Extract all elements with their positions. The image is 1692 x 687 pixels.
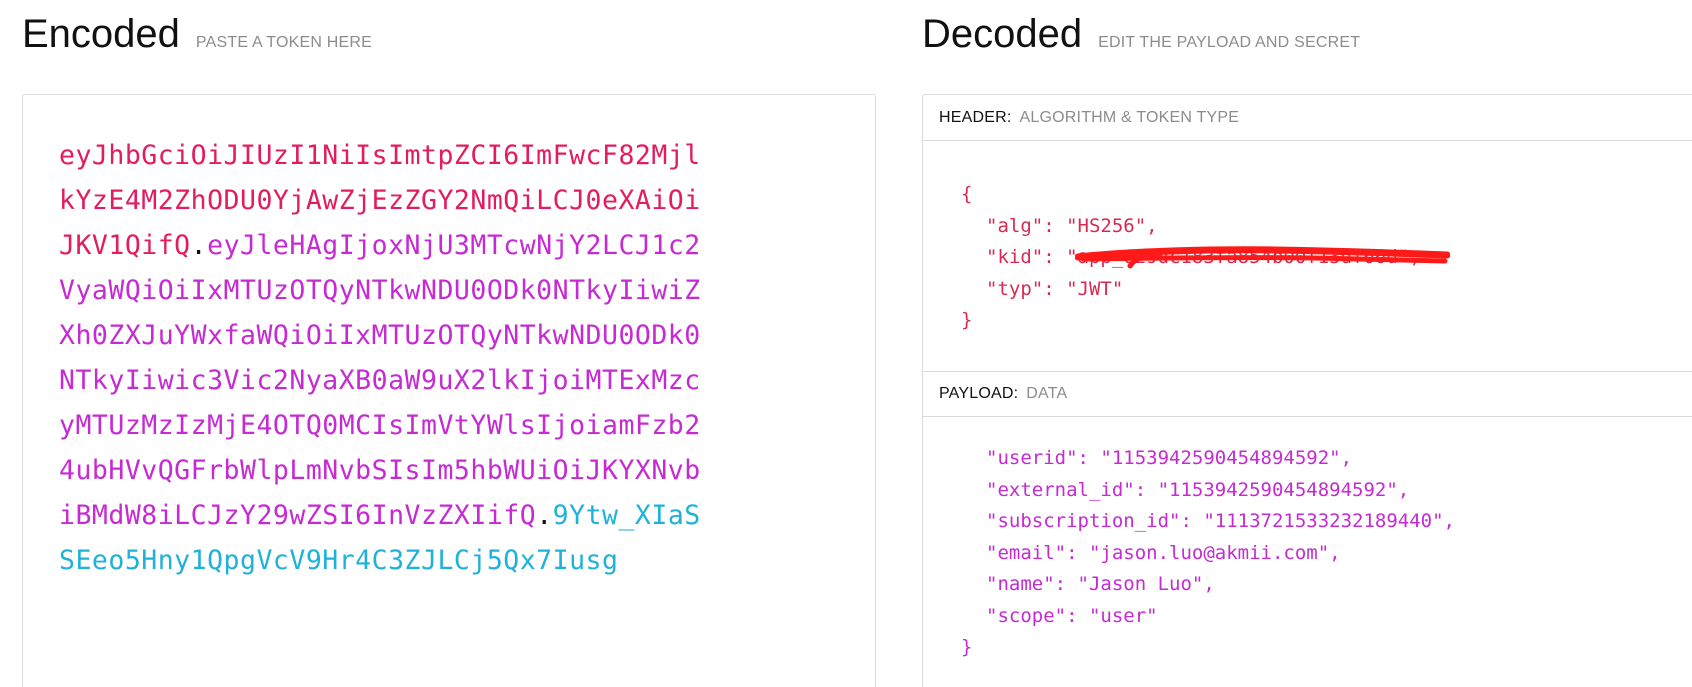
payload-description: DATA xyxy=(1026,385,1068,402)
header-label: HEADER: xyxy=(939,108,1012,126)
token-header-segment: kYzE4M2ZhODU0YjAwZjEzZGY2NmQiLCJ0eXAiOi xyxy=(59,185,701,216)
header-json-line: } xyxy=(961,305,1421,337)
token-line: yMTUzMzIzMjE4OTQ0MCIsImVtYWlsIjoiamFzb2 xyxy=(59,403,839,448)
json-entry: "subscription_id": "1113721533232189440"… xyxy=(986,510,1455,532)
payload-json-editor[interactable]: "userid": "1153942590454894592", "externa… xyxy=(961,443,1455,664)
payload-json-line: "scope": "user" xyxy=(961,601,1455,633)
header-json-line: "alg": "HS256", xyxy=(961,211,1421,243)
token-signature-segment: SEeo5Hny1QpgVcV9Hr4C3ZJLCj5Qx7Iusg xyxy=(59,545,619,576)
token-payload-segment: Xh0ZXJuYWxfaWQiOiIxMTUzOTQyNTkwNDU0ODk0 xyxy=(59,320,701,351)
json-brace: { xyxy=(961,183,973,205)
token-payload-segment: eyJleHAgIjoxNjU3MTcwNjY2LCJ1c2 xyxy=(207,230,701,261)
payload-json-line: "external_id": "1153942590454894592", xyxy=(961,475,1455,507)
json-entry: "kid": "app_629dc183fa854b00f13df66d", xyxy=(986,246,1421,268)
token-header-segment: eyJhbGciOiJIUzI1NiIsImtpZCI6ImFwcF82Mjl xyxy=(59,140,701,171)
token-payload-segment: iBMdW8iLCJzY29wZSI6InVzZXIifQ xyxy=(59,500,537,531)
header-json-line: "typ": "JWT" xyxy=(961,274,1421,306)
encoded-token-editor[interactable]: eyJhbGciOiJIUzI1NiIsImtpZCI6ImFwcF82Mjl k… xyxy=(22,94,876,687)
header-json-line: "kid": "app_629dc183fa854b00f13df66d", xyxy=(961,242,1421,274)
json-entry: "scope": "user" xyxy=(986,604,1158,627)
json-entry: "userid": "1153942590454894592", xyxy=(986,447,1353,469)
token-header-segment: JKV1QifQ xyxy=(59,230,191,261)
token-line: kYzE4M2ZhODU0YjAwZjEzZGY2NmQiLCJ0eXAiOi xyxy=(59,178,839,223)
token-line: 4ubHVvQGFrbWlpLmNvbSIsIm5hbWUiOiJKYXNvb xyxy=(59,448,839,493)
decoded-panel: HEADER: ALGORITHM & TOKEN TYPE { "alg": "… xyxy=(922,94,1692,687)
decoded-title: Decoded xyxy=(922,12,1083,56)
token-payload-segment: VyaWQiOiIxMTUzOTQyNTkwNDU0ODk0NTkyIiwiZ xyxy=(59,275,701,306)
json-entry: "email": "jason.luo@akmii.com", xyxy=(986,541,1341,564)
token-payload-segment: 4ubHVvQGFrbWlpLmNvbSIsIm5hbWUiOiJKYXNvb xyxy=(59,455,701,486)
json-entry: "name": "Jason Luo", xyxy=(986,573,1215,595)
token-line: VyaWQiOiIxMTUzOTQyNTkwNDU0ODk0NTkyIiwiZ xyxy=(59,268,839,313)
token-signature-segment: 9Ytw_XIaS xyxy=(552,500,701,531)
payload-json-line: "subscription_id": "1113721533232189440"… xyxy=(961,506,1455,538)
token-dot-segment: . xyxy=(190,230,208,261)
token-line: JKV1QifQ.eyJleHAgIjoxNjU3MTcwNjY2LCJ1c2 xyxy=(59,223,839,268)
encoded-subtitle: PASTE A TOKEN HERE xyxy=(195,34,373,51)
decoded-subtitle: EDIT THE PAYLOAD AND SECRET xyxy=(1098,34,1361,51)
token-payload-segment: NTkyIiwic3Vic2NyaXB0aW9uX2lkIjoiMTExMzc xyxy=(59,365,701,396)
token-line: eyJhbGciOiJIUzI1NiIsImtpZCI6ImFwcF82Mjl xyxy=(59,133,839,178)
decoded-title-group: Decoded EDIT THE PAYLOAD AND SECRET xyxy=(922,12,1360,57)
json-entry: "alg": "HS256", xyxy=(986,214,1158,237)
payload-json-line: } xyxy=(961,632,1455,664)
payload-json-line: "name": "Jason Luo", xyxy=(961,569,1455,601)
header-section-label: HEADER: ALGORITHM & TOKEN TYPE xyxy=(923,95,1692,141)
payload-json-line: "userid": "1153942590454894592", xyxy=(961,443,1455,475)
header-json-line: { xyxy=(961,179,1421,211)
header-description: ALGORITHM & TOKEN TYPE xyxy=(1019,108,1240,126)
header-json-editor[interactable]: { "alg": "HS256", "kid": "app_629dc183fa85… xyxy=(961,179,1421,337)
payload-label: PAYLOAD: xyxy=(939,385,1019,402)
payload-json-line: "email": "jason.luo@akmii.com", xyxy=(961,538,1455,570)
token-line: iBMdW8iLCJzY29wZSI6InVzZXIifQ.9Ytw_XIaS xyxy=(59,493,839,538)
json-entry: "typ": "JWT" xyxy=(986,277,1124,300)
token-line: Xh0ZXJuYWxfaWQiOiIxMTUzOTQyNTkwNDU0ODk0 xyxy=(59,313,839,358)
encoded-title: Encoded xyxy=(22,12,180,56)
token-line: NTkyIiwic3Vic2NyaXB0aW9uX2lkIjoiMTExMzc xyxy=(59,358,839,403)
json-entry: "external_id": "1153942590454894592", xyxy=(986,478,1410,501)
payload-section-label: PAYLOAD: DATA xyxy=(923,371,1692,417)
token-dot-segment: . xyxy=(536,500,553,531)
json-brace: } xyxy=(961,309,973,331)
token-payload-segment: yMTUzMzIzMjE4OTQ0MCIsImVtYWlsIjoiamFzb2 xyxy=(59,410,701,441)
encoded-token-text[interactable]: eyJhbGciOiJIUzI1NiIsImtpZCI6ImFwcF82Mjl k… xyxy=(59,133,839,583)
encoded-title-group: Encoded PASTE A TOKEN HERE xyxy=(22,12,372,57)
json-brace: } xyxy=(961,636,973,658)
token-line: SEeo5Hny1QpgVcV9Hr4C3ZJLCj5Qx7Iusg xyxy=(59,538,839,583)
